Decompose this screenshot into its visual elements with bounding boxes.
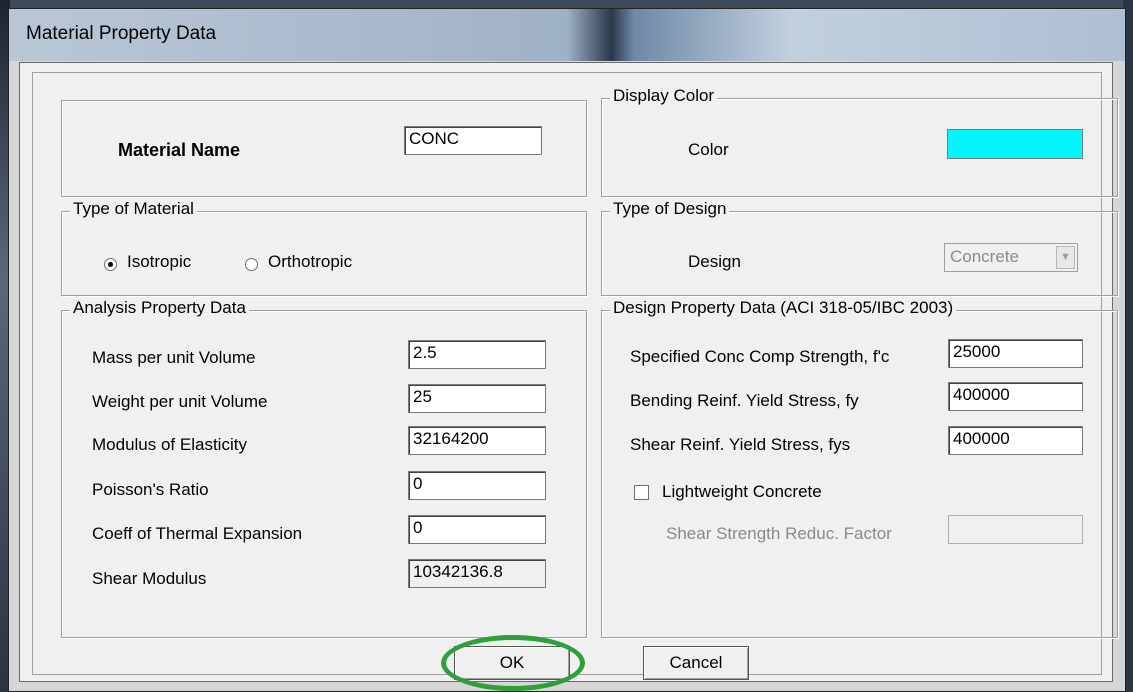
shear-modulus-value: 10342136.8: [408, 559, 546, 588]
material-name-input[interactable]: CONC: [404, 126, 542, 155]
material-name-label: Material Name: [118, 140, 241, 160]
highlight-ring: [441, 635, 585, 691]
isotropic-radio[interactable]: [104, 258, 117, 271]
chevron-down-icon[interactable]: ▼: [1056, 246, 1075, 269]
type-of-design-legend: Type of Design: [610, 199, 730, 219]
material-name-group: Material Name CONC: [61, 100, 587, 197]
dialog-client: Material Name CONC Display Color Color T…: [19, 62, 1118, 691]
material-property-dialog: Material Property Data Material Name CON…: [8, 8, 1126, 692]
design-select-value: Concrete: [950, 247, 1019, 266]
cancel-button[interactable]: Cancel: [643, 646, 749, 680]
weight-per-unit-volume-label: Weight per unit Volume: [92, 392, 268, 411]
orthotropic-label[interactable]: Orthotropic: [268, 252, 352, 272]
mass-per-unit-volume-label: Mass per unit Volume: [92, 348, 256, 367]
orthotropic-radio[interactable]: [245, 258, 258, 271]
shear-modulus-label: Shear Modulus: [92, 569, 207, 588]
dialog-frame: Material Name CONC Display Color Color T…: [32, 72, 1118, 691]
window-title: Material Property Data: [26, 23, 217, 44]
poissons-ratio-label: Poisson's Ratio: [92, 480, 209, 499]
isotropic-label[interactable]: Isotropic: [127, 252, 191, 272]
color-swatch[interactable]: [947, 129, 1083, 159]
display-color-group: Display Color Color: [601, 86, 1118, 197]
type-of-design-group: Type of Design Design Concrete ▼: [601, 199, 1118, 296]
modulus-of-elasticity-label: Modulus of Elasticity: [92, 435, 247, 454]
type-of-material-group: Type of Material Isotropic Orthotropic: [61, 199, 587, 296]
display-color-legend: Display Color: [610, 86, 718, 106]
design-property-legend: Design Property Data (ACI 318-05/IBC 200…: [610, 298, 957, 318]
lightweight-concrete-label[interactable]: Lightweight Concrete: [662, 482, 822, 502]
analysis-property-legend: Analysis Property Data: [70, 298, 249, 318]
lightweight-concrete-checkbox[interactable]: [634, 485, 649, 500]
coeff-thermal-expansion-input[interactable]: 0: [408, 515, 546, 544]
conc-comp-strength-input[interactable]: 25000: [948, 339, 1083, 368]
color-label: Color: [688, 140, 729, 159]
shear-strength-factor-label: Shear Strength Reduc. Factor: [666, 524, 892, 543]
design-select[interactable]: Concrete ▼: [944, 243, 1078, 272]
design-property-group: Design Property Data (ACI 318-05/IBC 200…: [601, 298, 1118, 638]
analysis-property-group: Analysis Property Data Mass per unit Vol…: [61, 298, 587, 638]
shear-strength-factor-input: [948, 515, 1083, 544]
shear-yield-stress-input[interactable]: 400000: [948, 426, 1083, 455]
modulus-of-elasticity-input[interactable]: 32164200: [408, 426, 546, 455]
weight-per-unit-volume-input[interactable]: 25: [408, 384, 546, 413]
type-of-material-legend: Type of Material: [70, 199, 197, 219]
poissons-ratio-input[interactable]: 0: [408, 471, 546, 500]
coeff-thermal-expansion-label: Coeff of Thermal Expansion: [92, 524, 303, 543]
bending-yield-stress-label: Bending Reinf. Yield Stress, fy: [630, 391, 859, 410]
conc-comp-strength-label: Specified Conc Comp Strength, f'c: [630, 347, 890, 366]
mass-per-unit-volume-input[interactable]: 2.5: [408, 340, 546, 369]
shear-yield-stress-label: Shear Reinf. Yield Stress, fys: [630, 435, 851, 454]
bending-yield-stress-input[interactable]: 400000: [948, 382, 1083, 411]
title-bar[interactable]: Material Property Data: [9, 9, 1125, 61]
design-label: Design: [688, 252, 741, 271]
